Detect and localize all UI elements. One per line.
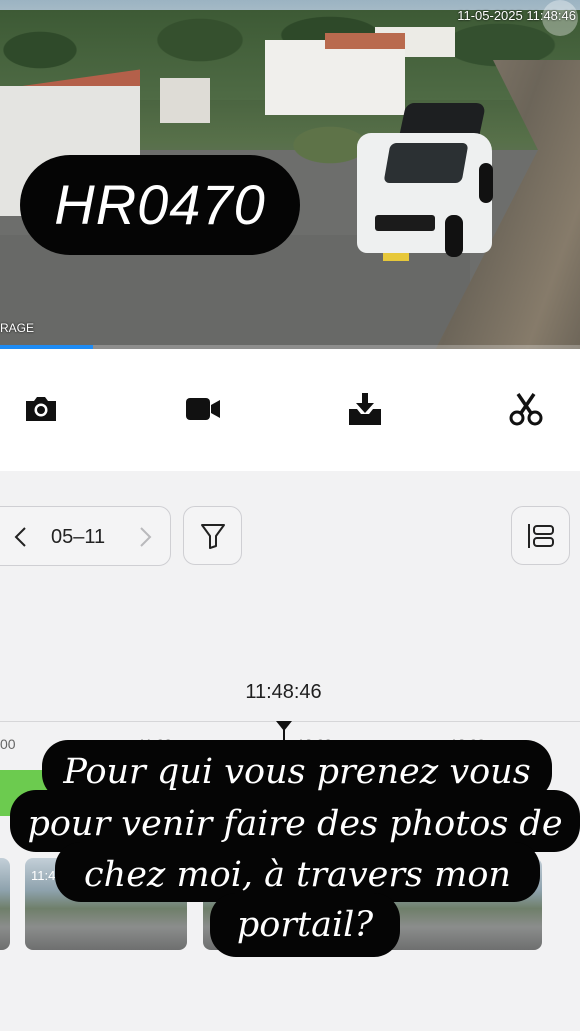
chevron-left-icon[interactable] (11, 525, 31, 549)
scissors-icon (509, 393, 543, 426)
caption-line: chez moi, à travers mon (84, 855, 511, 895)
feed-timestamp: 11-05-2025 11:48:46 (457, 8, 576, 23)
car-plate (383, 253, 409, 261)
record-button[interactable] (183, 391, 223, 427)
camera-icon (26, 397, 56, 421)
chevron-right-icon[interactable] (135, 525, 155, 549)
snapshot-button[interactable] (21, 391, 61, 427)
caption-line: portail? (236, 905, 374, 945)
download-icon (349, 393, 381, 425)
app-root: 11-05-2025 11:48:46 RAGE HR0470 05–11 11… (0, 0, 580, 1031)
car-wheel-front (445, 215, 463, 257)
action-toolbar (0, 349, 580, 471)
feed-roof-right (325, 33, 405, 49)
filter-button[interactable] (183, 506, 242, 565)
filter-icon (200, 523, 225, 549)
clip-button[interactable] (506, 391, 546, 427)
current-date: 05–11 (51, 526, 106, 548)
timeline-current-time: 11:48:46 (245, 681, 322, 703)
car (357, 103, 493, 268)
view-toggle-button[interactable] (511, 506, 570, 565)
layout-list-icon (527, 523, 554, 548)
thumbnail[interactable] (0, 858, 10, 950)
caption-line: Pour qui vous prenez vous (63, 752, 531, 792)
timeline-tick-label: 00 (0, 736, 16, 752)
car-wheel-rear (479, 163, 493, 203)
plate-sticker: HR0470 (20, 155, 300, 255)
caption-line: pour venir faire des photos de (27, 804, 563, 844)
camera-feed[interactable]: 11-05-2025 11:48:46 RAGE HR0470 (0, 0, 580, 349)
car-grille (375, 215, 435, 231)
thumbnail-time: 11:4 (31, 868, 56, 883)
car-windshield (383, 143, 469, 183)
video-icon (186, 398, 220, 420)
feed-label: RAGE (0, 321, 35, 335)
feed-house-mid (160, 78, 210, 123)
download-button[interactable] (345, 391, 385, 427)
date-selector: 05–11 (0, 506, 171, 566)
